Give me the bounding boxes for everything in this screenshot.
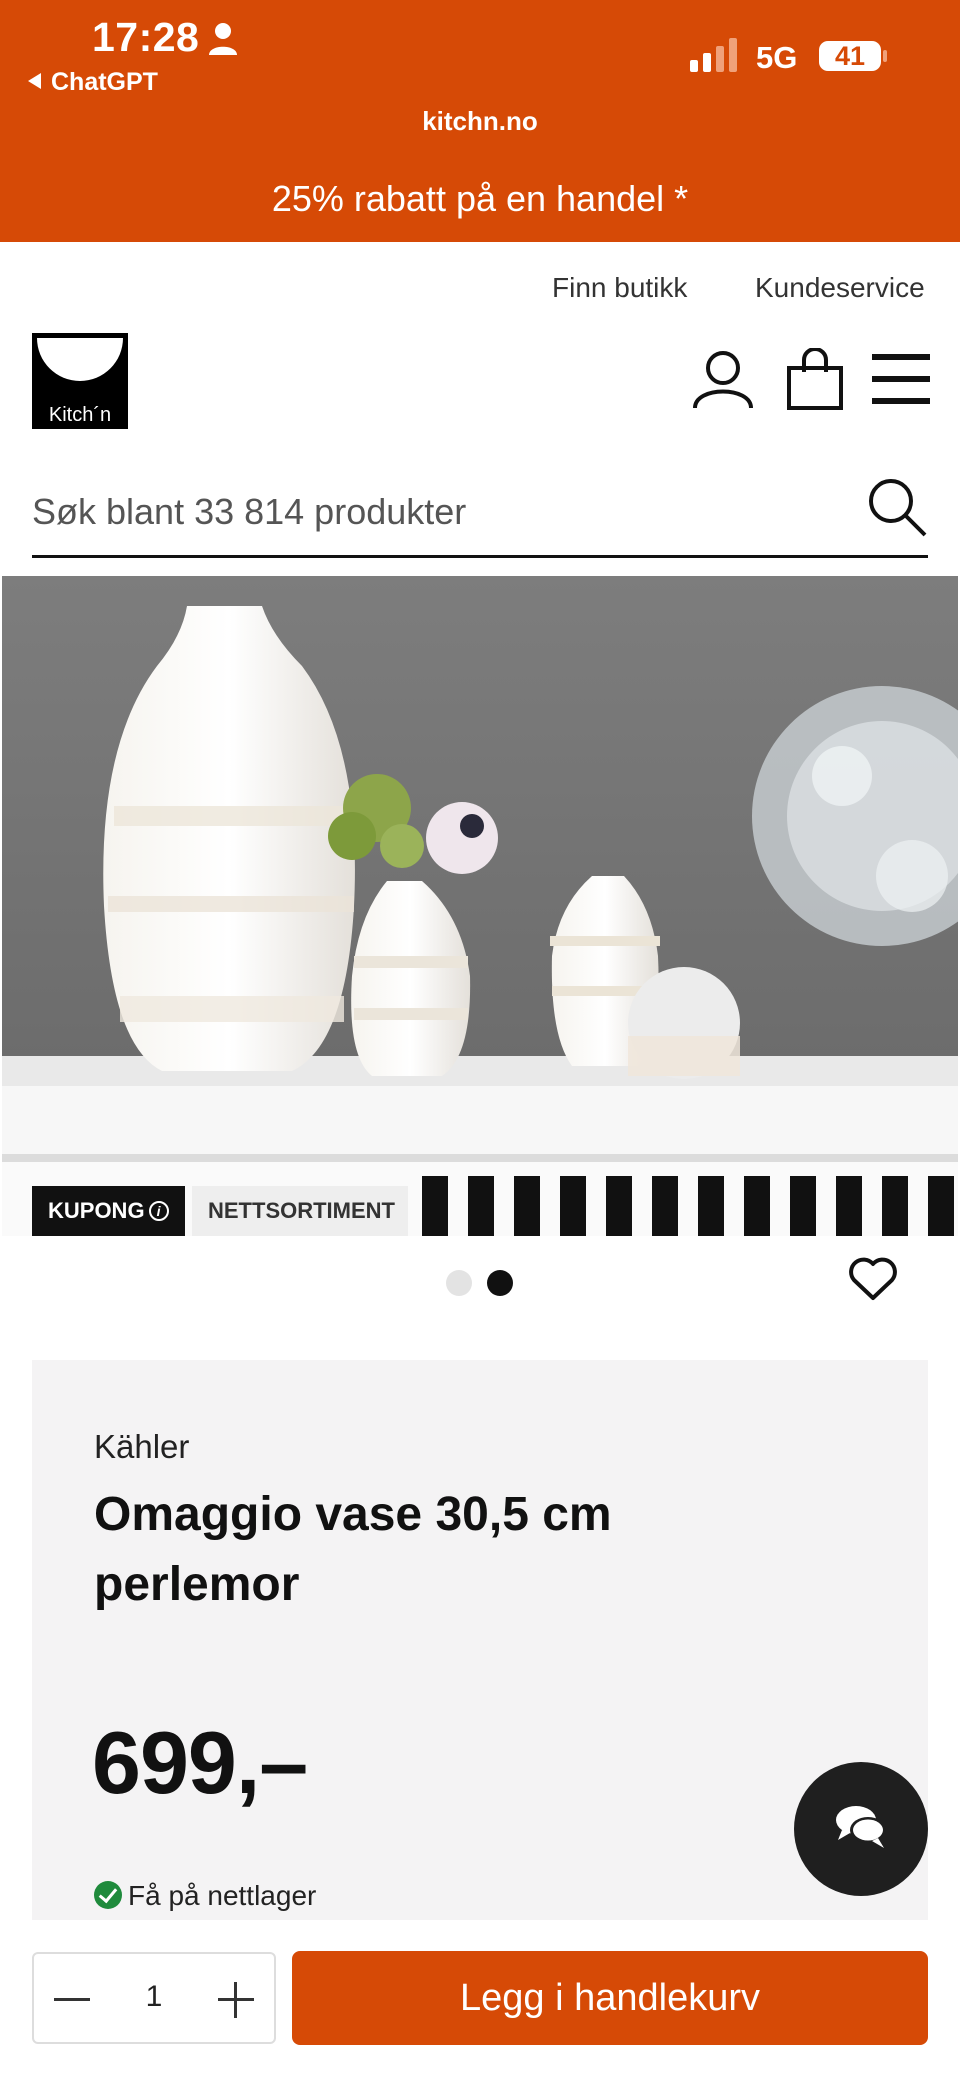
product-brand[interactable]: Kähler: [94, 1428, 189, 1466]
back-app-label: ChatGPT: [51, 68, 158, 96]
person-icon: [209, 23, 237, 55]
chat-button[interactable]: [794, 1762, 928, 1896]
chat-bubbles-icon: [836, 1806, 886, 1848]
product-price: 699,–: [92, 1713, 308, 1812]
quantity-stepper: 1: [32, 1952, 276, 2044]
search-bar: [32, 462, 928, 558]
top-bar: 17:28 ChatGPT 5G 41 kitchn.no 25% rabatt…: [0, 0, 960, 242]
coupon-badge[interactable]: KUPONG i: [32, 1186, 185, 1236]
heart-icon[interactable]: [848, 1256, 898, 1302]
back-arrow-icon: [28, 73, 41, 89]
stock-status: Få på nettlager: [94, 1880, 316, 1912]
status-time: 17:28: [92, 14, 200, 60]
back-to-app-link[interactable]: ChatGPT: [28, 68, 158, 97]
carousel-dot-1[interactable]: [446, 1270, 472, 1296]
battery-level: 41: [834, 41, 866, 71]
online-only-badge: NETTSORTIMENT: [192, 1186, 408, 1236]
stock-status-label: Få på nettlager: [128, 1880, 317, 1911]
account-icon[interactable]: [692, 348, 754, 410]
url-bar[interactable]: kitchn.no: [0, 106, 960, 137]
network-type: 5G: [756, 40, 798, 75]
search-icon[interactable]: [866, 476, 928, 538]
product-title: Omaggio vase 30,5 cm perlemor: [94, 1488, 612, 1611]
shopping-bag-icon[interactable]: [786, 348, 844, 410]
search-input[interactable]: [32, 482, 812, 542]
find-store-link[interactable]: Finn butikk: [552, 272, 687, 304]
carousel-dot-2[interactable]: [487, 1270, 513, 1296]
customer-service-link[interactable]: Kundeservice: [755, 272, 925, 304]
info-icon[interactable]: i: [148, 1201, 169, 1221]
add-to-cart-button[interactable]: Legg i handlekurv: [292, 1951, 928, 2045]
kitchn-logo[interactable]: Kitch´n: [32, 333, 128, 429]
hamburger-menu-icon[interactable]: [870, 352, 932, 406]
signal-icon: [690, 38, 737, 72]
logo-text: Kitch´n: [48, 404, 112, 426]
product-image[interactable]: [2, 576, 958, 1236]
promo-banner[interactable]: 25% rabatt på en handel *: [0, 178, 960, 220]
increase-quantity-button[interactable]: [218, 1982, 254, 2018]
check-circle-icon: [94, 1881, 122, 1909]
coupon-badge-label: KUPONG: [48, 1198, 145, 1223]
